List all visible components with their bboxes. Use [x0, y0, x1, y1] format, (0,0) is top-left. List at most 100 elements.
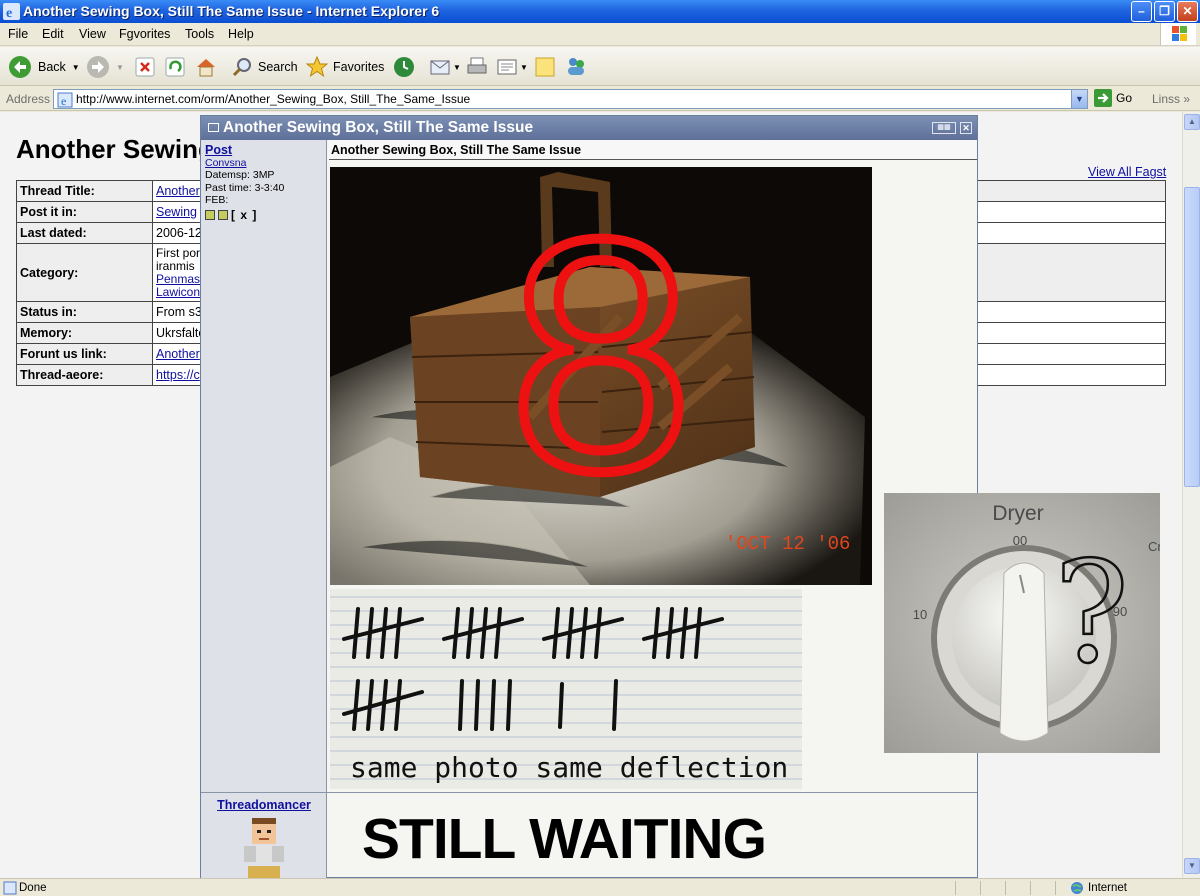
forum-link[interactable]: Another [156, 347, 200, 361]
maximize-button[interactable]: ❐ [1154, 1, 1175, 22]
links-button[interactable]: Linss » [1152, 92, 1190, 106]
post-in-link[interactable]: Sewing [156, 205, 197, 219]
back-dropdown-icon[interactable]: ▼ [72, 63, 80, 72]
back-button[interactable]: Back ▼ [8, 53, 80, 81]
status-divider [1005, 881, 1006, 895]
page-title: Another Sewing [16, 134, 214, 164]
search-icon [232, 58, 251, 77]
page-done-icon [3, 881, 17, 895]
mail-dropdown-icon[interactable]: ▼ [453, 63, 461, 72]
minimize-button[interactable]: – [1131, 1, 1152, 22]
address-label: Address [6, 92, 51, 106]
forward-arrow-icon [87, 56, 109, 78]
status-text: Done [19, 882, 47, 894]
menu-view[interactable]: View [79, 27, 106, 41]
row-key: Last dated: [16, 222, 153, 244]
history-button[interactable] [392, 53, 416, 81]
red-scrawled-number: 8 [509, 170, 693, 539]
status-divider [1055, 881, 1056, 895]
svg-text:e: e [61, 94, 66, 108]
quote-post-icon[interactable] [218, 209, 228, 220]
author-link[interactable]: Convsna [205, 157, 323, 170]
status-bar: Done Internet [0, 878, 1200, 896]
category-link[interactable]: Lawicon [156, 285, 205, 299]
refresh-button[interactable] [164, 53, 186, 81]
sewing-box-photo: 'OCT 12 '06 8 [330, 167, 872, 585]
row-key: Thread-aeore: [16, 364, 153, 386]
address-dropdown-icon[interactable]: ▼ [1071, 90, 1087, 108]
delete-post-button[interactable]: [ x ] [231, 208, 257, 222]
svg-text:e: e [6, 6, 12, 20]
go-button[interactable]: Go [1094, 89, 1132, 107]
mail-icon [430, 60, 450, 75]
star-icon [305, 55, 329, 78]
scroll-up-icon[interactable]: ▲ [1184, 114, 1200, 130]
discuss-button[interactable] [534, 53, 556, 81]
row-key: Forunt us link: [16, 343, 153, 365]
row-key: Thread Title: [16, 180, 153, 202]
forward-dropdown-icon: ▼ [116, 62, 124, 72]
category-link[interactable]: Penmas [156, 272, 205, 286]
row-value: iranmis [156, 258, 195, 273]
row-value: First por [156, 245, 201, 260]
popup-close-icon[interactable]: ✕ [960, 122, 972, 134]
home-button[interactable] [194, 53, 218, 81]
go-label: Go [1116, 91, 1133, 105]
stop-icon [135, 57, 155, 77]
menu-tools[interactable]: Tools [185, 27, 214, 41]
stop-button[interactable] [134, 53, 156, 81]
menu-edit[interactable]: Edit [42, 27, 64, 41]
still-waiting-text: STILL WAITING [362, 807, 767, 871]
dryer-label: Dryer [992, 502, 1043, 525]
history-icon [394, 57, 414, 77]
status-divider [955, 881, 956, 895]
popup-restore-button[interactable]: ▦▦ [932, 122, 956, 134]
go-arrow-icon [1094, 89, 1112, 107]
row-key: Status in: [16, 301, 153, 323]
menu-bar: File Edit View Fgvorites Tools Help [0, 23, 1200, 46]
messenger-icon [568, 58, 584, 75]
favorites-button[interactable]: Favorites [305, 53, 384, 81]
post-heading: Another Sewing Box, Still The Same Issue [329, 140, 977, 160]
mail-button[interactable]: ▼ [429, 53, 461, 81]
avatar [244, 818, 284, 878]
post-popup: Another Sewing Box, Still The Same Issue… [200, 115, 978, 879]
address-input[interactable]: e http://www.internet.com/orm/Another_Se… [53, 89, 1088, 109]
question-mark: ? [1054, 532, 1129, 695]
menu-favorites[interactable]: Fgvorites [119, 27, 170, 41]
globe-icon [1071, 882, 1083, 894]
search-label: Search [258, 60, 298, 74]
row-key: Post it in: [16, 201, 153, 223]
address-url: http://www.internet.com/orm/Another_Sewi… [76, 92, 471, 106]
edit-dropdown-icon[interactable]: ▼ [520, 63, 528, 72]
post-meta-line: Datemsp: 3MP [205, 169, 275, 181]
close-button[interactable]: ✕ [1177, 1, 1198, 22]
scroll-thumb[interactable] [1184, 187, 1200, 487]
favorites-label: Favorites [333, 60, 385, 74]
address-bar: Address e http://www.internet.com/orm/An… [0, 87, 1200, 111]
windows-logo-icon [1160, 23, 1196, 45]
tally-caption: same photo same deflection [350, 751, 788, 784]
post-link[interactable]: Post [205, 144, 323, 157]
search-button[interactable]: Search [231, 53, 298, 81]
menu-help[interactable]: Help [228, 27, 254, 41]
vertical-scrollbar[interactable]: ▲ ▼ [1182, 112, 1200, 878]
post-sidebar: Post Convsna Datemsp: 3MP Past time: 3-3… [201, 140, 327, 879]
edit-post-icon[interactable] [205, 209, 215, 220]
username-link[interactable]: Threadomancer [201, 798, 327, 812]
edit-button[interactable]: ▼ [496, 53, 528, 81]
view-all-link[interactable]: View All Fagst [1088, 165, 1166, 179]
row-key: Category: [16, 243, 153, 302]
thread-url-link[interactable]: https://c [156, 368, 200, 382]
popup-titlebar: Another Sewing Box, Still The Same Issue… [201, 116, 977, 140]
status-divider [980, 881, 981, 895]
printer-icon [467, 57, 487, 74]
thread-title-link[interactable]: Another [156, 184, 200, 198]
forward-button[interactable]: ▼ [86, 53, 124, 81]
back-arrow-icon [9, 56, 31, 78]
menu-file[interactable]: File [8, 27, 28, 41]
scroll-down-icon[interactable]: ▼ [1184, 858, 1200, 874]
messenger-button[interactable] [564, 53, 588, 81]
home-icon [197, 59, 215, 77]
print-button[interactable] [466, 53, 488, 81]
